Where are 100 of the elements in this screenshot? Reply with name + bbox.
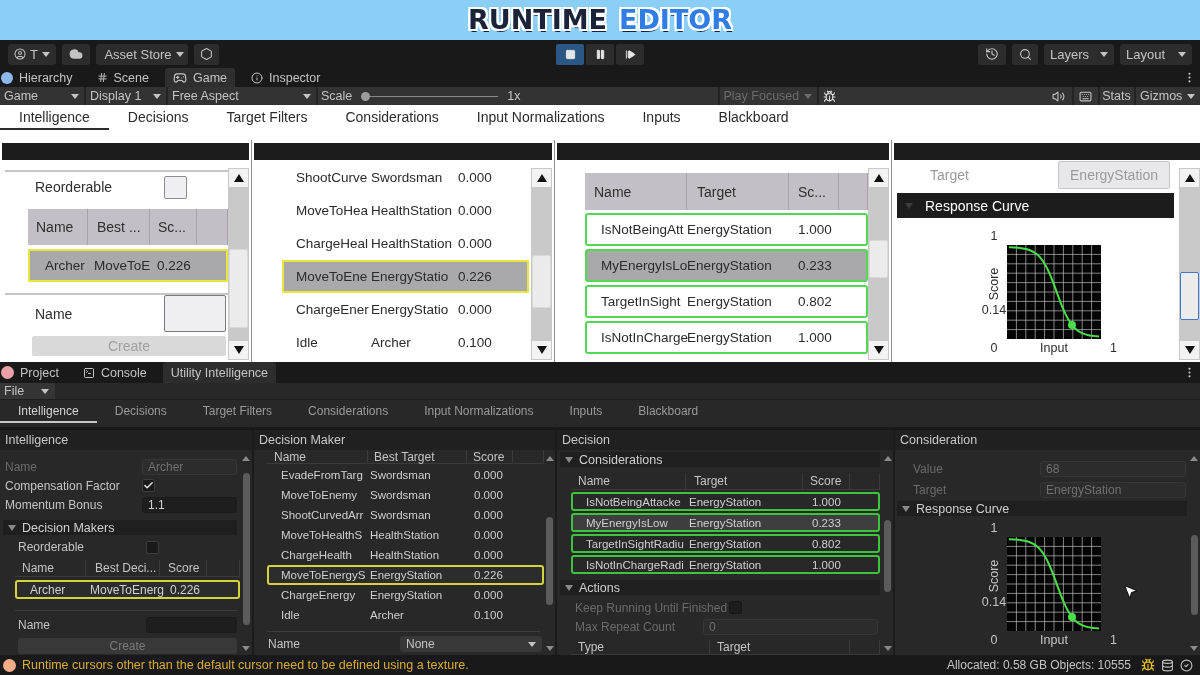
memory-stats: Allocated: 0.58 GB Objects: 10555 — [946, 658, 1131, 672]
table-cell-text: EnergyStation — [370, 569, 444, 581]
scrollbar-thumb[interactable] — [884, 520, 891, 592]
checkbox[interactable] — [164, 175, 187, 199]
section-tab[interactable]: Decisions — [108, 105, 208, 130]
foldout-header[interactable]: Considerations — [560, 452, 880, 467]
account-button[interactable]: T — [8, 43, 56, 65]
section-tab[interactable]: Inputs — [551, 400, 621, 423]
scrollbar-thumb[interactable] — [1180, 272, 1199, 320]
section-tab[interactable]: Considerations — [290, 400, 407, 423]
scroll-up-icon[interactable] — [545, 456, 554, 461]
scroll-up-button[interactable] — [868, 168, 889, 188]
table-row[interactable]: TargetInSightRadiu EnergyStation 0.802 — [571, 534, 880, 553]
layers-dropdown[interactable]: Layers — [1044, 43, 1114, 65]
table-row[interactable]: MoveToEnergyS EnergyStation 0.226 — [267, 565, 544, 585]
table-row[interactable]: IsNotBeingAtt EnergyStation 1.000 — [585, 213, 868, 246]
window-tab[interactable]: Inspector — [243, 68, 329, 87]
section-tab[interactable]: Input Normalizations — [457, 105, 624, 130]
table-row[interactable]: TargetInSight EnergyStation 0.802 — [585, 285, 868, 318]
scrollbar-thumb[interactable] — [242, 473, 250, 625]
section-tab[interactable]: Target Filters — [184, 400, 291, 423]
foldout-header[interactable]: Decision Makers — [3, 520, 237, 535]
table-cell-text: HealthStation — [370, 549, 441, 561]
scroll-down-button[interactable] — [228, 340, 249, 360]
scroll-down-icon[interactable] — [242, 646, 250, 651]
scroll-down-button[interactable] — [531, 340, 552, 360]
table-row[interactable]: IsNotBeingAttacke EnergyStation 1.000 — [571, 492, 880, 511]
search-icon — [1018, 47, 1032, 61]
scroll-down-icon[interactable] — [883, 646, 892, 651]
table-row[interactable]: MyEnergyIsLow EnergyStation 0.233 — [571, 513, 880, 532]
step-button[interactable] — [616, 43, 644, 65]
file-menu[interactable]: File — [0, 383, 55, 399]
window-tab[interactable]: Console — [74, 362, 155, 383]
scrollbar-thumb[interactable] — [546, 517, 553, 605]
layout-dropdown[interactable]: Layout — [1120, 43, 1192, 65]
view-dropdown[interactable]: Game — [0, 87, 84, 105]
section-tab[interactable]: Intelligence — [0, 105, 109, 130]
table-row[interactable]: MoveToEne EnergyStatio 0.226 — [282, 260, 529, 293]
scroll-up-button[interactable] — [531, 168, 552, 188]
triangle-up-icon — [233, 174, 244, 182]
foldout-header[interactable]: Response Curve — [897, 193, 1174, 218]
bug-icon[interactable] — [1141, 658, 1155, 672]
scroll-down-icon[interactable] — [1190, 646, 1198, 651]
table-row[interactable]: ChargeHealth HealthStation 0.000 — [267, 545, 544, 565]
table-row[interactable]: MoveToHea HealthStation 0.000 — [282, 194, 529, 227]
section-tab[interactable]: Target Filters — [207, 105, 327, 130]
pause-button[interactable] — [586, 43, 614, 65]
window-tab[interactable]: Game — [164, 68, 235, 87]
table-row[interactable]: MyEnergyIsLoEnergyStation 0.233 — [585, 249, 868, 282]
table-row[interactable]: ShootCurve Swordsman 0.000 — [282, 161, 529, 194]
table-row[interactable]: IsNotInChargeRadi EnergyStation 1.000 — [571, 555, 880, 574]
section-tab[interactable]: Decisions — [96, 400, 185, 423]
scroll-up-button[interactable] — [1179, 168, 1200, 188]
table-row[interactable]: ChargeHeal HealthStation 0.000 — [282, 227, 529, 260]
section-tab[interactable]: Inputs — [623, 105, 700, 130]
window-tab[interactable]: Hierarchy — [0, 68, 81, 87]
scroll-down-icon[interactable] — [545, 646, 554, 651]
table-row[interactable]: ShootCurvedArr Swordsman 0.000 — [267, 505, 544, 525]
scroll-up-icon[interactable] — [242, 456, 250, 461]
section-tab[interactable]: Blackboard — [699, 105, 808, 130]
table-row[interactable]: Idle Archer 0.100 — [282, 326, 529, 359]
text-input[interactable] — [164, 295, 226, 332]
table-row[interactable]: ChargeEner EnergyStatio 0.000 — [282, 293, 529, 326]
stop-button[interactable] — [556, 43, 584, 65]
slider-thumb[interactable] — [361, 91, 371, 101]
foldout-header[interactable]: Actions — [560, 580, 880, 595]
table-row[interactable]: Archer MoveToE 0.226 — [28, 249, 228, 282]
column-header: Name — [28, 209, 88, 245]
table-row[interactable]: Idle Archer 0.100 — [267, 605, 544, 625]
window-tab[interactable]: Utility Intelligence — [162, 362, 277, 383]
window-tab[interactable]: Scene — [88, 68, 157, 87]
check-circle-icon[interactable] — [1180, 658, 1193, 672]
table-row[interactable]: EvadeFromTarg Swordsman 0.000 — [267, 465, 544, 485]
toolbar-button[interactable] — [194, 43, 219, 65]
window-tab[interactable]: Project — [0, 362, 67, 383]
table-row[interactable]: Archer MoveToEnerg 0.226 — [15, 580, 240, 599]
asset-store-button[interactable]: Asset Store — [96, 43, 188, 65]
scroll-up-button[interactable] — [228, 168, 249, 188]
scroll-up-icon[interactable] — [883, 456, 892, 461]
scrollbar-thumb[interactable] — [1190, 535, 1198, 615]
table-row[interactable]: MoveToHealthS HealthStation 0.000 — [267, 525, 544, 545]
checkbox[interactable] — [142, 479, 155, 492]
cloud-button[interactable] — [62, 43, 90, 65]
history-button[interactable] — [978, 43, 1006, 65]
scroll-down-button[interactable] — [868, 340, 889, 360]
section-tab[interactable]: Blackboard — [620, 400, 717, 423]
checkbox[interactable] — [146, 540, 159, 554]
section-tab[interactable]: Intelligence — [0, 400, 97, 423]
dropdown[interactable]: None — [400, 636, 542, 652]
scroll-up-icon[interactable] — [1190, 456, 1198, 461]
table-row[interactable]: MoveToEnemy Swordsman 0.000 — [267, 485, 544, 505]
section-tab[interactable]: Considerations — [326, 105, 458, 130]
scroll-down-button[interactable] — [1179, 340, 1200, 360]
database-icon[interactable] — [1161, 658, 1174, 672]
section-tab[interactable]: Input Normalizations — [406, 400, 552, 423]
table-row[interactable]: ChargeEnergy EnergyStation 0.000 — [267, 585, 544, 605]
table-row[interactable]: IsNotInChargeEnergyStation 1.000 — [585, 321, 868, 354]
text-field[interactable]: 1.1 — [142, 496, 237, 513]
foldout-header[interactable]: Response Curve — [897, 501, 1187, 516]
search-button[interactable] — [1012, 43, 1038, 65]
